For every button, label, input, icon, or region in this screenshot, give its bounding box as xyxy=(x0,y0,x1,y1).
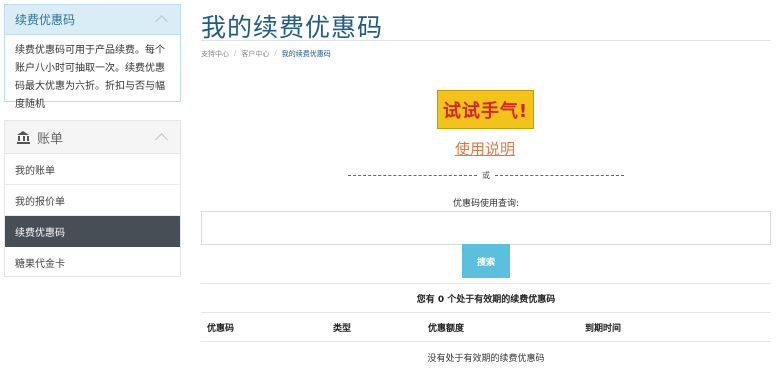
billing-panel-label: 账单 xyxy=(17,128,63,147)
info-panel-header[interactable]: 续费优惠码 xyxy=(5,5,180,35)
breadcrumb-current: 我的续费优惠码 xyxy=(281,50,331,58)
dashed-rule xyxy=(348,175,477,176)
breadcrumb: 支持中心 / 客户中心 / 我的续费优惠码 xyxy=(201,49,331,59)
sidebar-item-renewal-codes[interactable]: 续费优惠码 xyxy=(5,216,180,247)
try-luck-button[interactable]: 试试手气! xyxy=(437,90,534,129)
column-header-type: 类型 xyxy=(333,324,352,334)
breadcrumb-separator: / xyxy=(274,49,277,57)
usage-instructions-link[interactable]: 使用说明 xyxy=(440,138,530,159)
chevron-up-icon[interactable] xyxy=(155,15,168,28)
table-top-divider xyxy=(201,312,771,313)
page-title: 我的续费优惠码 xyxy=(201,13,384,42)
column-header-code: 优惠码 xyxy=(207,324,235,334)
info-panel-body: 续费优惠码可用于产品续费。每个账户八小时可抽取一次。续费优惠码最大优惠为六折。折… xyxy=(15,45,165,110)
column-header-expiry: 到期时间 xyxy=(585,324,622,334)
sidebar-item-my-quotes[interactable]: 我的报价单 xyxy=(5,185,180,216)
dashed-rule xyxy=(495,175,624,176)
breadcrumb-client-center[interactable]: 客户中心 xyxy=(241,49,269,59)
active-codes-count: 您有 0 个处于有效期的续费优惠码 xyxy=(416,295,556,305)
bank-icon xyxy=(17,130,30,144)
search-button[interactable]: 搜索 xyxy=(462,244,510,278)
billing-panel-header[interactable]: 账单 xyxy=(5,121,180,154)
renewal-code-info-panel: 续费优惠码 续费优惠码可用于产品续费。每个账户八小时可抽取一次。续费优惠码最大优… xyxy=(4,4,181,110)
breadcrumb-support-center[interactable]: 支持中心 xyxy=(201,49,229,59)
info-panel-title: 续费优惠码 xyxy=(15,13,76,27)
column-header-discount: 优惠额度 xyxy=(428,324,465,334)
sidebar-item-candy-voucher[interactable]: 糖果代金卡 xyxy=(5,247,180,278)
or-divider: 或 xyxy=(348,170,624,181)
breadcrumb-separator: / xyxy=(234,49,237,57)
table-header-divider xyxy=(201,341,771,342)
title-divider xyxy=(201,40,771,41)
sidebar-item-my-bills[interactable]: 我的账单 xyxy=(5,154,180,185)
billing-panel-title: 账单 xyxy=(37,131,64,147)
empty-table-message: 没有处于有效期的续费优惠码 xyxy=(427,354,545,364)
code-query-input[interactable] xyxy=(201,211,771,245)
code-query-label: 优惠码使用查询: xyxy=(452,199,520,209)
chevron-up-icon[interactable] xyxy=(155,132,168,146)
billing-panel: 账单 我的账单 我的报价单 续费优惠码 糖果代金卡 xyxy=(4,120,181,277)
or-text: 或 xyxy=(482,171,490,180)
section-divider xyxy=(201,283,771,284)
